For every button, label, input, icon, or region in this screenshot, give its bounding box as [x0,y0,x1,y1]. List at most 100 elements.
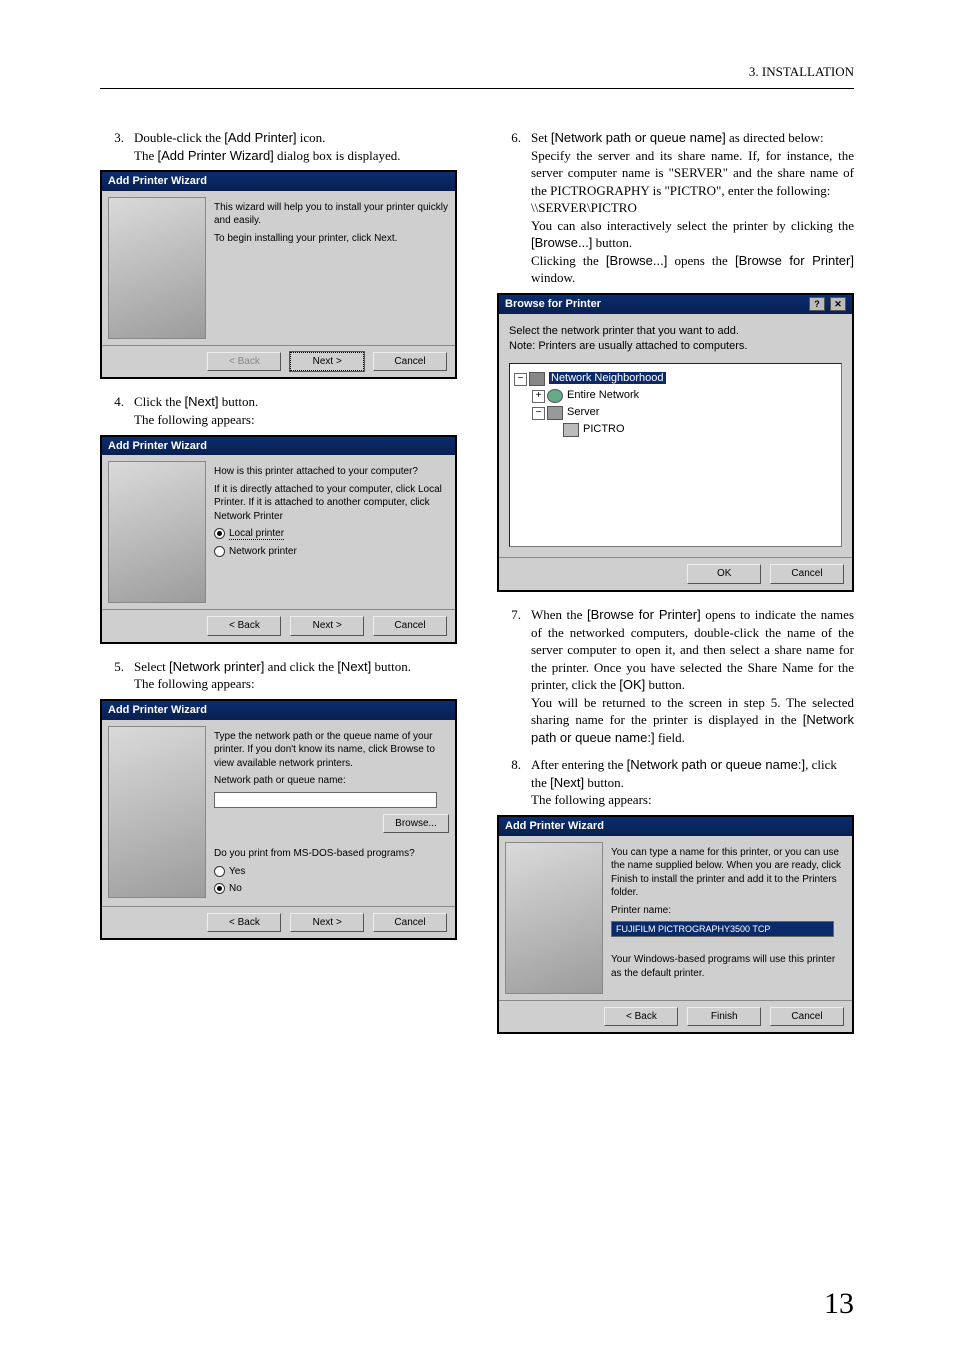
ui-ref-next: [Next] [550,775,584,790]
radio-label-local: Local printer [229,528,284,540]
back-button[interactable]: < Back [207,352,281,372]
tree-node-entire-network[interactable]: Entire Network [567,389,639,401]
dialog-text: You can type a name for this printer, or… [611,846,846,900]
dialog-add-printer-3: Add Printer Wizard Type the network path… [100,699,457,940]
dialog-titlebar: Add Printer Wizard [102,172,455,191]
dialog-add-printer-1: Add Printer Wizard This wizard will help… [100,170,457,379]
step-number: 7. [497,606,531,746]
step-number: 8. [497,756,531,809]
help-icon[interactable]: ? [809,297,825,311]
text: as directed below: [726,130,824,145]
ui-ref-browse-printer: [Browse for Printer] [587,607,701,622]
cancel-button[interactable]: Cancel [373,913,447,933]
section-header: 3. INSTALLATION [100,64,854,80]
cancel-button[interactable]: Cancel [373,616,447,636]
text: button. [592,235,632,250]
text: and click the [264,659,337,674]
radio-label-yes: Yes [229,866,245,877]
radio-local-printer[interactable] [214,528,225,539]
text: Clicking the [531,253,606,268]
tree-expand-icon[interactable]: + [532,390,545,403]
ui-ref-network-printer: [Network printer] [169,659,264,674]
ui-ref-network-path: [Network path or queue name:] [627,757,806,772]
dialog-sidebar-image [108,726,206,898]
network-tree[interactable]: − Network Neighborhood + Entire Network − S… [509,363,842,547]
radio-label-network: Network printer [229,546,297,557]
text: Specify the server and its share name. I… [531,148,854,198]
ui-ref-browse: [Browse...] [531,235,592,250]
text: opens the [667,253,735,268]
cancel-button[interactable]: Cancel [373,352,447,372]
tree-node-network-neighborhood[interactable]: Network Neighborhood [549,372,666,384]
back-button[interactable]: < Back [207,616,281,636]
dialog-browse-for-printer: Browse for Printer ? ✕ Select the networ… [497,293,854,592]
dialog-text: How is this printer attached to your com… [214,465,449,479]
cancel-button[interactable]: Cancel [770,1007,844,1027]
step-body: After entering the [Network path or queu… [531,756,854,809]
header-rule [100,88,854,89]
right-column: 6. Set [Network path or queue name] as d… [497,125,854,1048]
radio-label-no: No [229,883,242,894]
dialog-title: Add Printer Wizard [108,439,207,454]
step-4: 4. Click the [Next] button. The followin… [100,393,457,428]
step-8: 8. After entering the [Network path or q… [497,756,854,809]
next-button[interactable]: Next > [290,913,364,933]
next-button[interactable]: Next > [290,616,364,636]
dialog-text: Select the network printer that you want… [509,324,842,339]
dialog-add-printer-2: Add Printer Wizard How is this printer a… [100,435,457,644]
left-column: 3. Double-click the [Add Printer] icon. … [100,125,457,1048]
browse-button[interactable]: Browse... [383,814,449,834]
text: field. [655,730,685,745]
text: dialog box is displayed. [274,148,401,163]
text: The following appears: [134,412,255,427]
step-body: When the [Browse for Printer] opens to i… [531,606,854,746]
step-body: Double-click the [Add Printer] icon. The… [134,129,457,164]
ui-ref-browse-printer: [Browse for Printer] [735,253,854,268]
close-icon[interactable]: ✕ [830,297,846,311]
dialog-sidebar-image [108,461,206,603]
globe-icon [547,389,563,403]
ui-ref-wizard: [Add Printer Wizard] [157,148,273,163]
server-icon [547,406,563,420]
dialog-sidebar-image [505,842,603,994]
back-button[interactable]: < Back [604,1007,678,1027]
tree-node-pictro[interactable]: PICTRO [583,423,625,435]
tree-node-server[interactable]: Server [567,406,599,418]
text: The following appears: [134,676,255,691]
field-label-network-path: Network path or queue name: [214,774,449,788]
page-number: 13 [824,1287,854,1321]
dialog-add-printer-4: Add Printer Wizard You can type a name f… [497,815,854,1034]
finish-button[interactable]: Finish [687,1007,761,1027]
text: The [134,148,157,163]
text: After entering the [531,757,627,772]
back-button[interactable]: < Back [207,913,281,933]
dialog-title: Browse for Printer [505,297,601,312]
ok-button[interactable]: OK [687,564,761,584]
cancel-button[interactable]: Cancel [770,564,844,584]
next-button[interactable]: Next > [290,352,364,372]
text: icon. [297,130,326,145]
ui-ref-next: [Next] [337,659,371,674]
dialog-text: Your Windows-based programs will use thi… [611,953,846,980]
text: button. [371,659,411,674]
text: button. [584,775,624,790]
tree-collapse-icon[interactable]: − [514,373,527,386]
step-number: 5. [100,658,134,693]
tree-collapse-icon[interactable]: − [532,407,545,420]
field-label-printer-name: Printer name: [611,904,846,918]
printer-name-input[interactable]: FUJIFILM PICTROGRAPHY3500 TCP [611,921,834,937]
step-3: 3. Double-click the [Add Printer] icon. … [100,129,457,164]
text: Set [531,130,551,145]
dialog-text: This wizard will help you to install you… [214,201,449,228]
radio-network-printer[interactable] [214,546,225,557]
ui-ref-add-printer: [Add Printer] [224,130,296,145]
step-7: 7. When the [Browse for Printer] opens t… [497,606,854,746]
dialog-sidebar-image [108,197,206,339]
text: You can also interactively select the pr… [531,218,854,233]
radio-dos-yes[interactable] [214,866,225,877]
network-path-input[interactable] [214,792,437,808]
step-6: 6. Set [Network path or queue name] as d… [497,129,854,287]
radio-dos-no[interactable] [214,883,225,894]
ui-ref-browse: [Browse...] [606,253,667,268]
ui-ref-next: [Next] [185,394,219,409]
